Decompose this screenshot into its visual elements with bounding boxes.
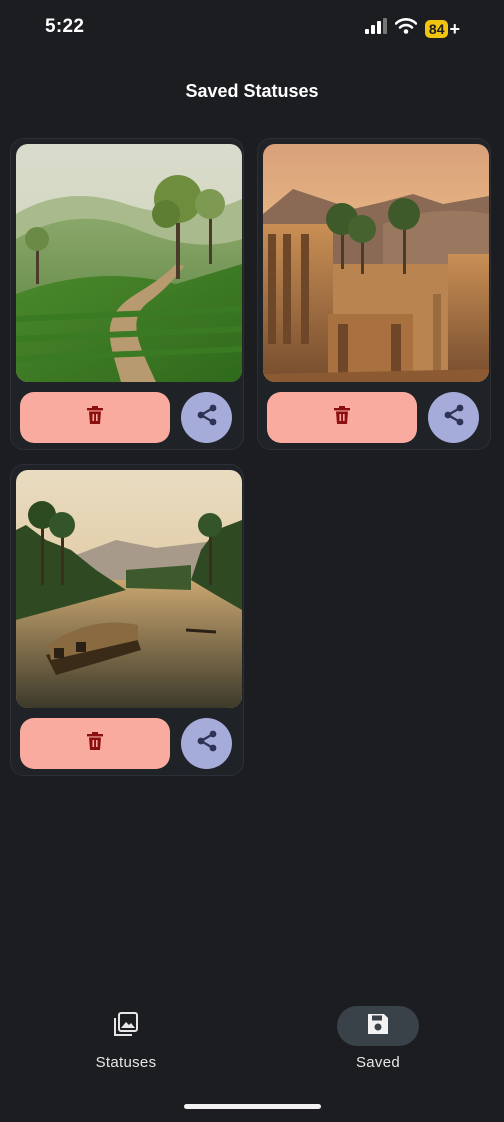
status-card xyxy=(257,138,491,450)
share-icon xyxy=(195,403,219,432)
status-image[interactable] xyxy=(16,470,242,708)
delete-button[interactable] xyxy=(267,392,417,443)
status-card xyxy=(10,464,244,776)
status-image[interactable] xyxy=(16,144,242,382)
nav-label-statuses: Statuses xyxy=(95,1054,157,1071)
gallery-icon xyxy=(113,1011,139,1042)
wifi-icon xyxy=(394,18,418,39)
share-button[interactable] xyxy=(181,718,232,769)
cellular-signal-icon xyxy=(364,18,387,39)
status-bar: 5:22 84 + xyxy=(0,0,504,58)
trash-icon xyxy=(87,406,103,429)
delete-button[interactable] xyxy=(20,718,170,769)
nav-saved-pill[interactable] xyxy=(337,1006,419,1046)
nav-item-saved[interactable]: Saved xyxy=(298,1000,458,1071)
status-card xyxy=(10,138,244,450)
status-time: 5:22 xyxy=(45,16,85,37)
share-icon xyxy=(195,729,219,758)
page-title: Saved Statuses xyxy=(185,81,319,101)
share-button[interactable] xyxy=(428,392,479,443)
trash-icon xyxy=(334,406,350,429)
save-icon xyxy=(366,1012,390,1041)
nav-item-statuses[interactable]: Statuses xyxy=(46,1000,206,1071)
status-icons: 84 + xyxy=(364,18,460,39)
nav-label-saved: Saved xyxy=(355,1054,401,1071)
battery-indicator: 84 + xyxy=(424,18,460,39)
delete-button[interactable] xyxy=(20,392,170,443)
bottom-nav: Statuses Saved xyxy=(0,1000,504,1090)
nav-statuses-pill[interactable] xyxy=(85,1006,167,1046)
share-button[interactable] xyxy=(181,392,232,443)
charging-plus-icon: + xyxy=(449,18,460,39)
share-icon xyxy=(442,403,466,432)
status-image[interactable] xyxy=(263,144,489,382)
battery-level: 84 xyxy=(424,19,449,38)
trash-icon xyxy=(87,732,103,755)
home-indicator[interactable] xyxy=(184,1104,321,1109)
